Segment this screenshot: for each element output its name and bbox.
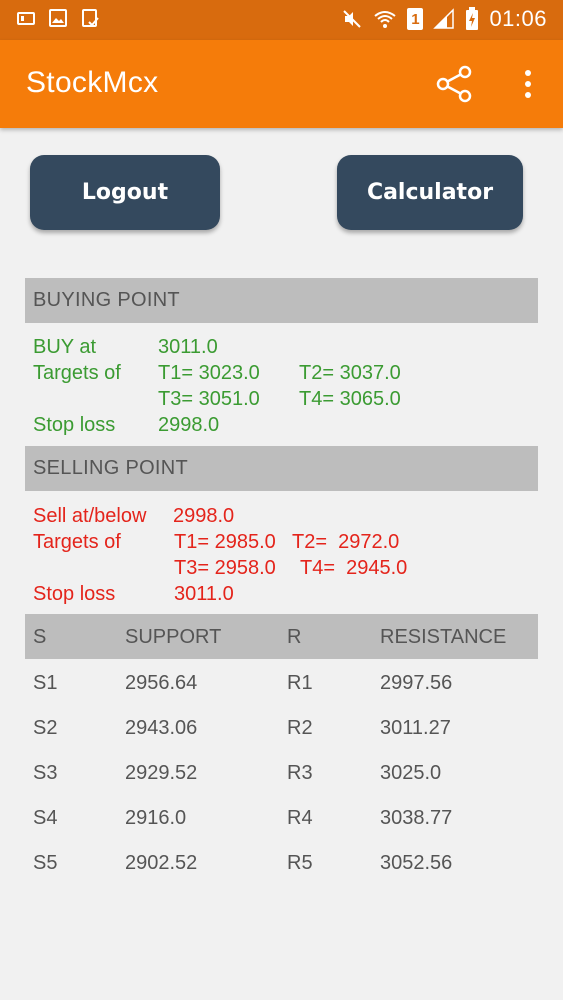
table-row: S3 2929.52 R3 3025.0 <box>25 750 538 795</box>
header-resistance: RESISTANCE <box>380 626 507 648</box>
row-support-value: 2902.52 <box>125 852 198 874</box>
row-resistance-label: R5 <box>287 852 313 874</box>
selling-point-header: SELLING POINT <box>25 446 538 491</box>
buying-point-header: BUYING POINT <box>25 278 538 323</box>
header-s: S <box>33 626 47 648</box>
header-support: SUPPORT <box>125 626 222 648</box>
calculator-button[interactable]: Calculator <box>337 155 523 230</box>
row-support-label: S5 <box>33 852 58 874</box>
row-resistance-value: 2997.56 <box>380 672 453 694</box>
buy-stoploss-value: 2998.0 <box>158 414 220 436</box>
sell-target-t1: T1= 2985.0 <box>174 531 276 553</box>
sd-card-icon <box>17 12 35 25</box>
logout-button[interactable]: Logout <box>30 155 220 230</box>
row-support-label: S3 <box>33 762 58 784</box>
table-row: S4 2916.0 R4 3038.77 <box>25 795 538 840</box>
sell-label: Sell at/below <box>33 505 147 527</box>
sell-target-t4: T4= 2945.0 <box>300 557 408 579</box>
row-resistance-label: R2 <box>287 717 313 739</box>
row-resistance-label: R1 <box>287 672 313 694</box>
table-row: S5 2902.52 R5 3052.56 <box>25 840 538 885</box>
app-title: StockMcx <box>26 66 159 99</box>
buy-label: BUY at <box>33 336 96 358</box>
row-support-value: 2929.52 <box>125 762 198 784</box>
sr-table-header: S SUPPORT R RESISTANCE <box>25 614 538 659</box>
more-vert-icon[interactable] <box>512 62 544 106</box>
clock: 01:06 <box>489 6 547 31</box>
wifi-icon <box>374 11 397 28</box>
row-resistance-value: 3038.77 <box>380 807 453 829</box>
row-resistance-value: 3025.0 <box>380 762 442 784</box>
row-support-label: S4 <box>33 807 58 829</box>
buy-target-t1: T1= 3023.0 <box>158 362 260 384</box>
buy-value: 3011.0 <box>158 336 218 358</box>
mute-icon <box>343 10 362 28</box>
header-r: R <box>287 626 302 648</box>
sell-target-t3: T3= 2958.0 <box>174 557 276 579</box>
sell-targets-label: Targets of <box>33 531 121 553</box>
row-support-label: S1 <box>33 672 58 694</box>
status-bar: 1 01:06 <box>0 0 563 40</box>
row-support-label: S2 <box>33 717 58 739</box>
clipboard-icon <box>82 9 99 27</box>
sell-value: 2998.0 <box>173 505 235 527</box>
row-resistance-label: R4 <box>287 807 313 829</box>
buy-target-t2: T2= 3037.0 <box>299 362 401 384</box>
signal-icon <box>433 8 455 29</box>
row-resistance-label: R3 <box>287 762 313 784</box>
buy-targets-label: Targets of <box>33 362 121 384</box>
buy-target-t4: T4= 3065.0 <box>299 388 401 410</box>
buy-stoploss-label: Stop loss <box>33 414 116 436</box>
battery-icon <box>466 7 479 30</box>
buy-target-t3: T3= 3051.0 <box>158 388 260 410</box>
sell-stoploss-value: 3011.0 <box>174 583 234 605</box>
row-support-value: 2943.06 <box>125 717 198 739</box>
share-icon[interactable] <box>432 62 476 106</box>
sim-icon: 1 <box>407 8 424 30</box>
app-bar: StockMcx <box>0 40 563 128</box>
table-row: S1 2956.64 R1 2997.56 <box>25 660 538 705</box>
sell-target-t2: T2= 2972.0 <box>292 531 400 553</box>
sell-stoploss-label: Stop loss <box>33 583 116 605</box>
row-resistance-value: 3052.56 <box>380 852 453 874</box>
table-row: S2 2943.06 R2 3011.27 <box>25 705 538 750</box>
row-resistance-value: 3011.27 <box>380 717 451 739</box>
image-icon <box>49 9 67 27</box>
row-support-value: 2916.0 <box>125 807 187 829</box>
row-support-value: 2956.64 <box>125 672 198 694</box>
